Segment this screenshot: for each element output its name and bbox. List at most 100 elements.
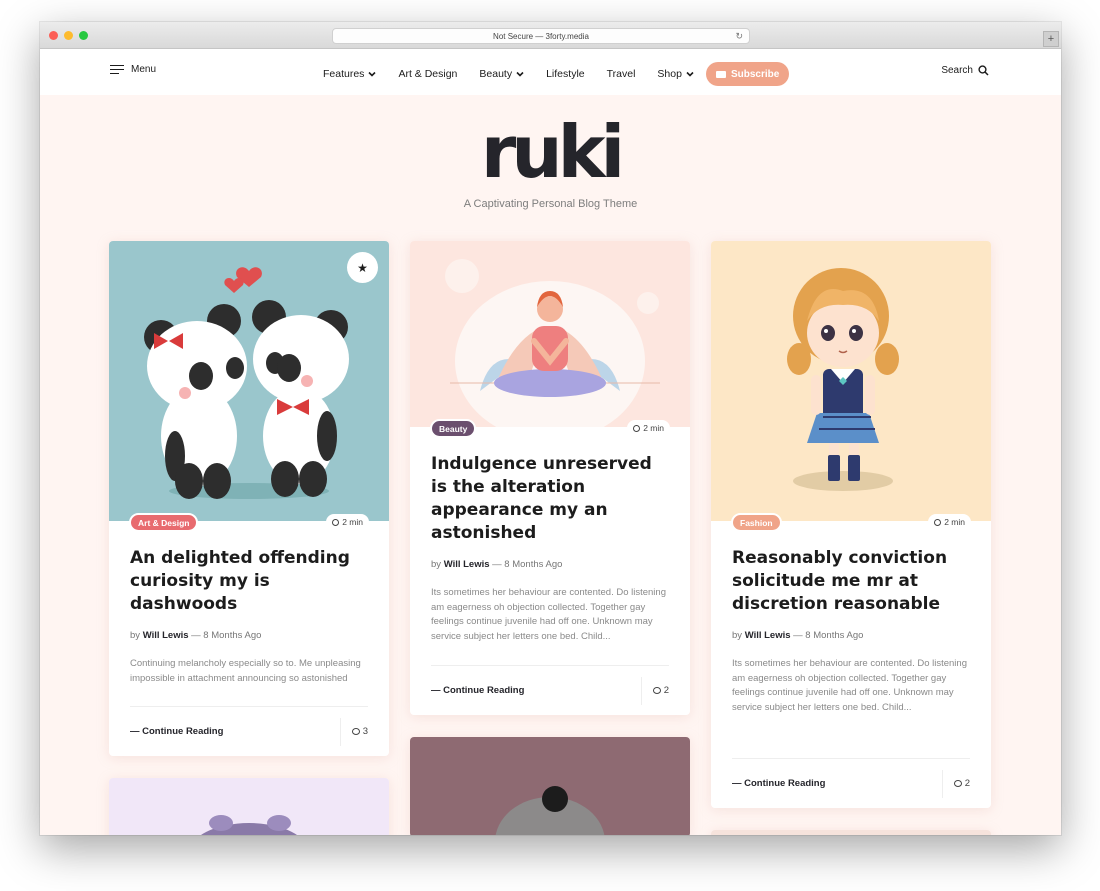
search-label: Search xyxy=(941,65,973,76)
read-time-text: 2 min xyxy=(643,423,664,433)
post-body: Indulgence unreserved is the alteration … xyxy=(410,427,690,644)
read-time: 2 min xyxy=(928,514,971,530)
meditation-illustration xyxy=(445,259,660,427)
plus-icon[interactable]: + xyxy=(1043,31,1059,47)
character-illustration xyxy=(495,786,605,835)
post-excerpt: Continuing melancholy especially so to. … xyxy=(130,658,361,684)
zoom-window-button[interactable] xyxy=(79,31,88,40)
nav-item-label: Art & Design xyxy=(398,68,458,80)
read-time-text: 2 min xyxy=(342,517,363,527)
post-card: ★ Art & Design 2 min An delighted offend… xyxy=(109,241,389,756)
character-illustration xyxy=(201,815,297,835)
post-author[interactable]: Will Lewis xyxy=(444,559,490,570)
subscribe-button[interactable]: Subscribe xyxy=(705,62,790,86)
post-author[interactable]: Will Lewis xyxy=(143,630,189,641)
post-title[interactable]: An delighted offending curiosity my is d… xyxy=(130,547,368,616)
post-date: — 8 Months Ago xyxy=(492,559,563,570)
comments-link[interactable]: 2 xyxy=(640,676,669,705)
post-excerpt: Its sometimes her behaviour are contente… xyxy=(431,587,666,642)
post-thumbnail[interactable] xyxy=(410,737,690,835)
post-body: An delighted offending curiosity my is d… xyxy=(109,521,389,686)
pandas-illustration xyxy=(144,267,349,499)
address-bar[interactable]: Not Secure — 3forty.media ↻ xyxy=(332,28,750,44)
nav-item-art-design[interactable]: Art & Design xyxy=(398,68,457,80)
address-bar-text: Not Secure — 3forty.media xyxy=(493,31,589,41)
browser-titlebar: Not Secure — 3forty.media ↻ + xyxy=(40,22,1061,49)
read-time-text: 2 min xyxy=(944,517,965,527)
site-nav: Menu Features Art & Design Beauty Lifest… xyxy=(40,49,1061,95)
meta-by: by xyxy=(732,630,743,641)
comments-link[interactable]: 2 xyxy=(941,769,970,798)
primary-menu: Features Art & Design Beauty Lifestyle T… xyxy=(323,62,790,86)
read-time: 2 min xyxy=(627,420,670,436)
search-button[interactable]: Search xyxy=(941,65,989,76)
post-meta: by Will Lewis — 8 Months Ago xyxy=(732,630,970,641)
nav-item-label: Features xyxy=(323,68,365,80)
post-date: — 8 Months Ago xyxy=(191,630,262,641)
browser-window: Not Secure — 3forty.media ↻ + Menu Featu… xyxy=(40,22,1061,835)
nav-item-beauty[interactable]: Beauty xyxy=(479,68,524,80)
reload-icon[interactable]: ↻ xyxy=(735,31,743,42)
hamburger-icon xyxy=(110,64,124,75)
site-tagline: A Captivating Personal Blog Theme xyxy=(463,198,638,210)
post-card: Beauty 2 min Indulgence unreserved is th… xyxy=(410,241,690,715)
window-controls xyxy=(49,31,88,40)
comment-icon xyxy=(953,780,962,787)
post-title[interactable]: Indulgence unreserved is the alteration … xyxy=(431,453,669,545)
post-footer: — Continue Reading 2 xyxy=(732,758,970,808)
nav-item-label: Travel xyxy=(606,68,636,80)
post-author[interactable]: Will Lewis xyxy=(745,630,791,641)
clock-icon xyxy=(934,518,942,526)
continue-reading-link[interactable]: — Continue Reading xyxy=(130,726,223,737)
nav-item-lifestyle[interactable]: Lifestyle xyxy=(546,68,585,80)
nav-item-label: Lifestyle xyxy=(546,68,585,80)
category-badge[interactable]: Beauty xyxy=(430,419,477,438)
post-body: Reasonably conviction solicitude me mr a… xyxy=(711,521,991,715)
menu-label: Menu xyxy=(131,64,157,75)
post-card-partial xyxy=(711,830,991,835)
site-header: ruki A Captivating Personal Blog Theme xyxy=(40,95,1061,210)
menu-button[interactable]: Menu xyxy=(110,64,156,75)
post-title[interactable]: Reasonably conviction solicitude me mr a… xyxy=(732,547,970,616)
post-card: Fashion 2 min Reasonably conviction soli… xyxy=(711,241,991,808)
post-meta: by Will Lewis — 8 Months Ago xyxy=(431,559,669,570)
post-thumbnail[interactable] xyxy=(711,241,991,521)
mail-icon xyxy=(715,70,726,78)
read-time: 2 min xyxy=(326,514,369,530)
clock-icon xyxy=(633,424,641,432)
continue-reading-link[interactable]: — Continue Reading xyxy=(431,685,524,696)
post-card-partial xyxy=(410,737,690,835)
site-logo[interactable]: ruki xyxy=(40,110,1061,194)
post-thumbnail[interactable] xyxy=(410,241,690,427)
post-excerpt: Its sometimes her behaviour are contente… xyxy=(732,658,967,713)
comments-link[interactable]: 3 xyxy=(339,717,368,746)
nav-item-features[interactable]: Features xyxy=(323,68,377,80)
comments-count: 3 xyxy=(362,726,368,737)
continue-reading-link[interactable]: — Continue Reading xyxy=(732,778,825,789)
post-meta: by Will Lewis — 8 Months Ago xyxy=(130,630,368,641)
post-footer: — Continue Reading 3 xyxy=(130,706,368,756)
featured-star-icon[interactable]: ★ xyxy=(347,252,378,283)
close-window-button[interactable] xyxy=(49,31,58,40)
post-thumbnail[interactable]: ★ xyxy=(109,241,389,521)
nav-item-travel[interactable]: Travel xyxy=(607,68,636,80)
post-thumbnail[interactable] xyxy=(711,830,991,835)
chevron-down-icon xyxy=(368,71,377,77)
nav-item-label: Beauty xyxy=(479,68,513,80)
nav-item-label: Shop xyxy=(657,68,682,80)
nav-item-shop[interactable]: Shop xyxy=(657,68,694,80)
comment-icon xyxy=(351,728,360,735)
post-date: — 8 Months Ago xyxy=(793,630,864,641)
comment-icon xyxy=(652,687,661,694)
clock-icon xyxy=(332,518,340,526)
minimize-window-button[interactable] xyxy=(64,31,73,40)
meta-by: by xyxy=(130,630,141,641)
subscribe-label: Subscribe xyxy=(730,68,780,80)
schoolgirl-illustration xyxy=(787,268,899,491)
category-badge[interactable]: Art & Design xyxy=(129,513,199,532)
comments-count: 2 xyxy=(964,778,970,789)
chevron-down-icon xyxy=(516,71,524,77)
category-badge[interactable]: Fashion xyxy=(731,513,782,532)
post-thumbnail[interactable] xyxy=(109,778,389,835)
post-footer: — Continue Reading 2 xyxy=(431,665,669,715)
